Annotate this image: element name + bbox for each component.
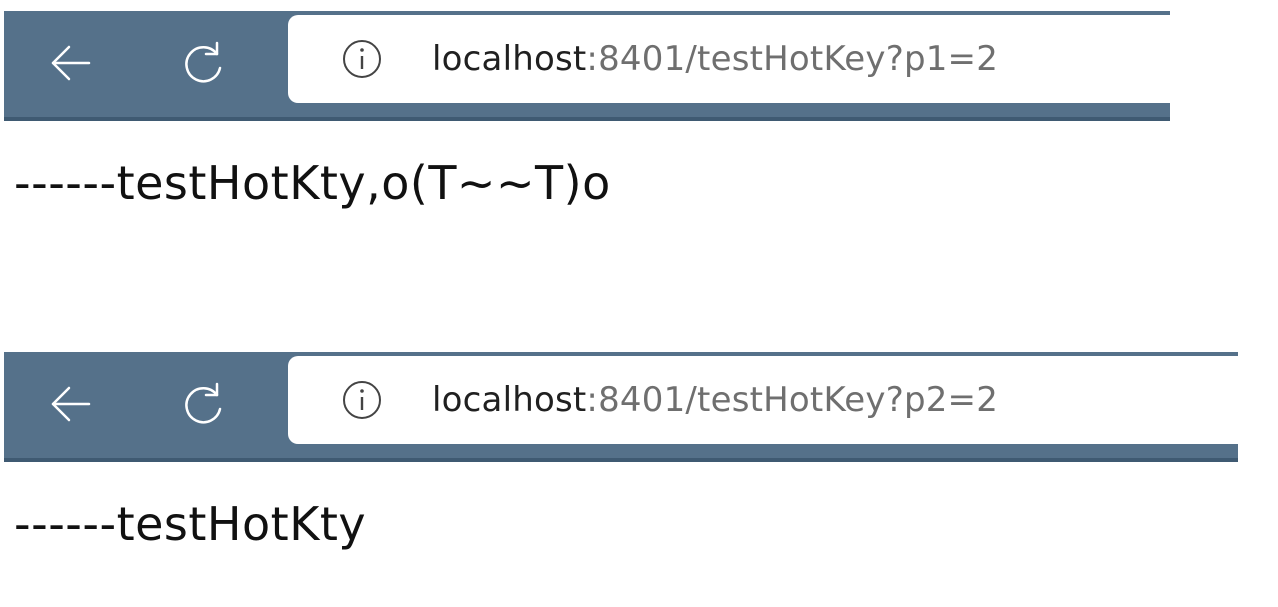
info-icon[interactable]	[340, 378, 384, 422]
browser-toolbar: localhost:8401/testHotKey?p2=2	[4, 352, 1238, 458]
reload-icon	[185, 41, 222, 83]
back-button[interactable]	[40, 374, 100, 434]
url-path: :8401/testHotKey?p1=2	[586, 39, 999, 79]
page-content-text: ------testHotKty,o(T~~T)o	[14, 156, 611, 210]
url-host: localhost	[432, 39, 587, 79]
reload-button[interactable]	[174, 33, 234, 93]
browser-toolbar: localhost:8401/testHotKey?p1=2	[4, 11, 1170, 117]
toolbar-border	[4, 458, 1238, 462]
reload-icon	[185, 382, 222, 424]
reload-button[interactable]	[174, 374, 234, 434]
toolbar-border	[4, 117, 1170, 121]
url-text[interactable]: localhost:8401/testHotKey?p1=2	[432, 39, 998, 79]
info-icon[interactable]	[340, 37, 384, 81]
address-bar[interactable]: localhost:8401/testHotKey?p2=2	[288, 356, 1238, 444]
browser-window-2: localhost:8401/testHotKey?p2=2	[4, 352, 1238, 462]
browser-window-1: localhost:8401/testHotKey?p1=2	[4, 11, 1170, 121]
address-bar[interactable]: localhost:8401/testHotKey?p1=2	[288, 15, 1170, 103]
back-arrow-icon	[51, 45, 91, 81]
url-path: :8401/testHotKey?p2=2	[586, 380, 999, 420]
back-button[interactable]	[40, 33, 100, 93]
page-content-text: ------testHotKty	[14, 497, 367, 551]
url-text[interactable]: localhost:8401/testHotKey?p2=2	[432, 380, 998, 420]
url-host: localhost	[432, 380, 587, 420]
back-arrow-icon	[51, 386, 91, 422]
